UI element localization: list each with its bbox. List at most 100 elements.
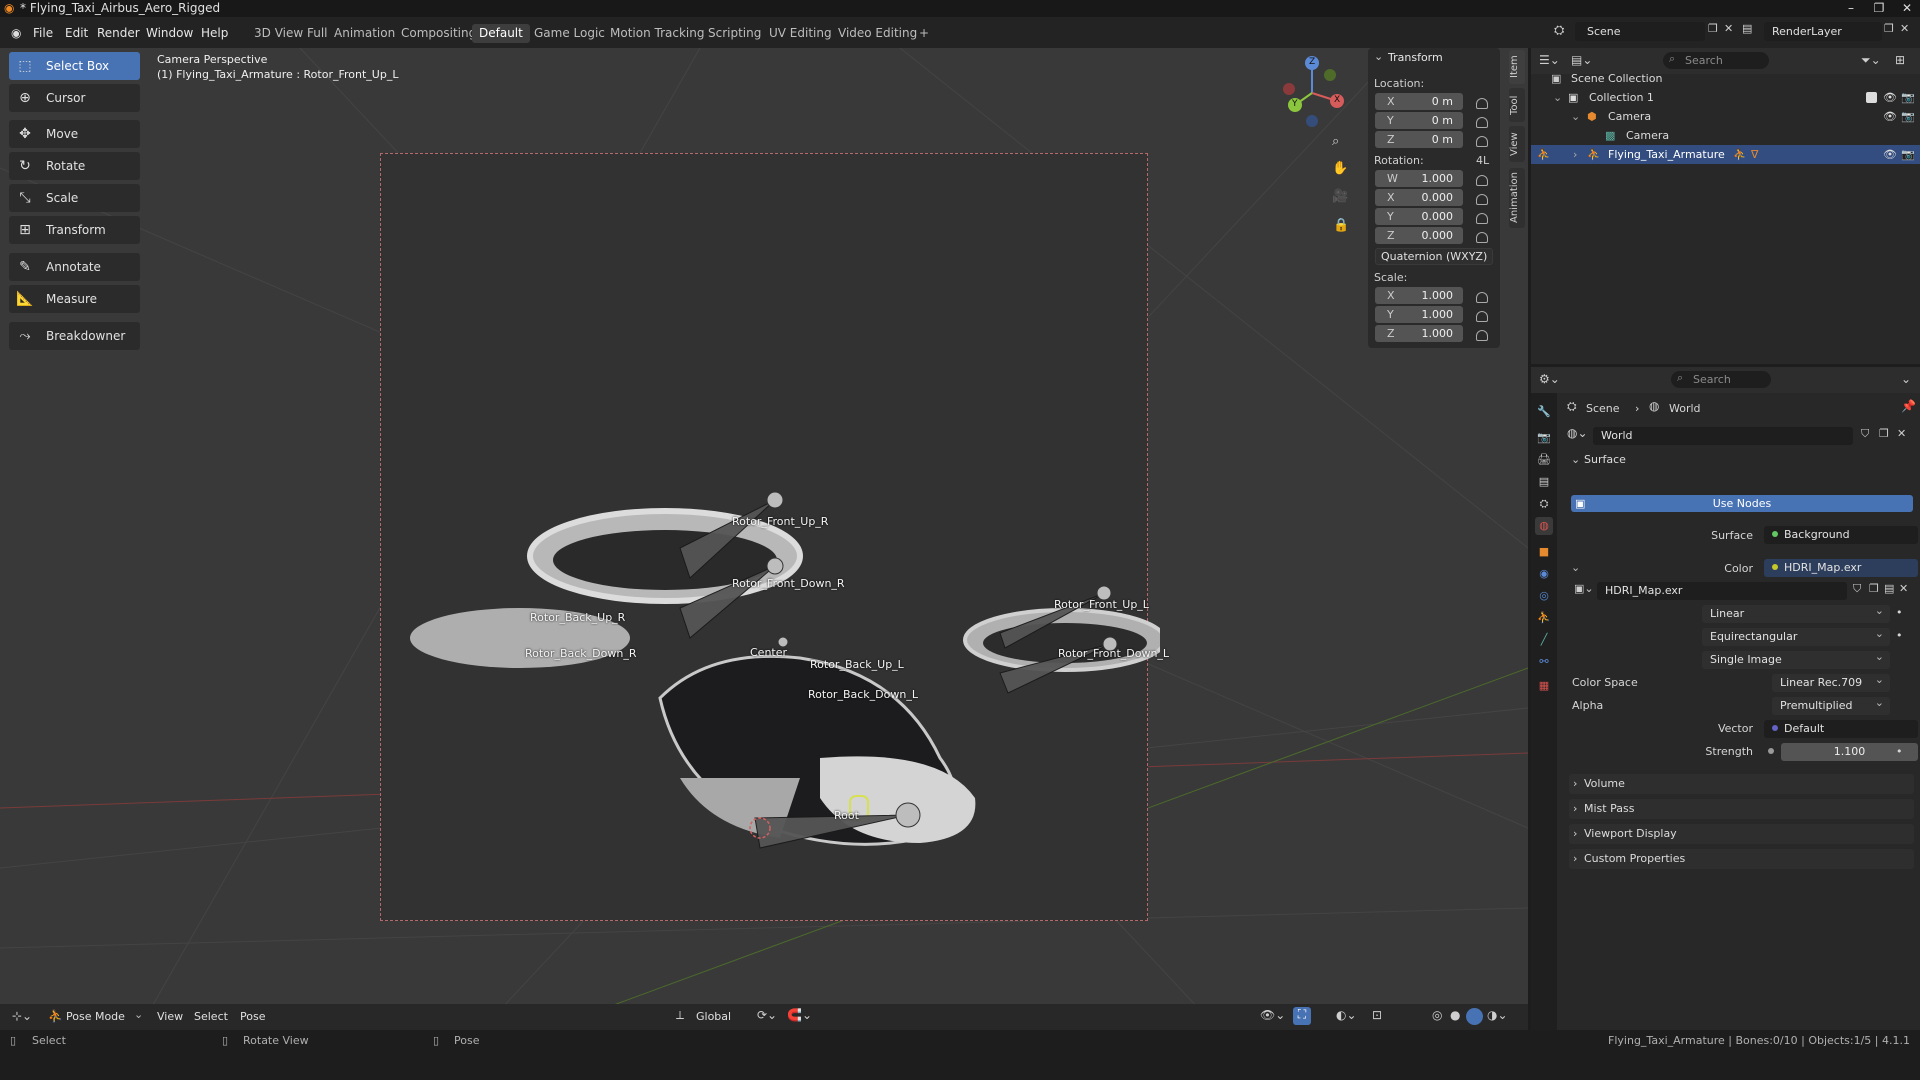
texture-tab-icon[interactable]: ▦ — [1535, 677, 1553, 695]
world-name-field[interactable]: World — [1593, 427, 1853, 445]
editor-type-icon[interactable]: ⊹⌄ — [12, 1009, 32, 1023]
bone-constraint-tab-icon[interactable]: ⚯ — [1535, 653, 1553, 671]
orientation-dropdown[interactable]: Global — [696, 1010, 731, 1023]
new-scene-icon[interactable]: ❐ — [1708, 22, 1718, 35]
tool-transform[interactable]: ⊞ Transform — [9, 216, 140, 244]
tool-breakdowner[interactable]: ⤳ Breakdowner — [9, 322, 140, 350]
source-dropdown[interactable]: Single Image — [1702, 648, 1890, 669]
keyframe-dot-icon[interactable]: • — [1896, 629, 1903, 642]
bone-label[interactable]: Rotor_Front_Up_L — [1054, 598, 1149, 611]
object-tab-icon[interactable]: ■ — [1535, 543, 1553, 561]
chevron-right-icon[interactable]: › — [1573, 145, 1577, 164]
lock-icon[interactable] — [1476, 98, 1488, 109]
bone-label[interactable]: Rotor_Front_Down_R — [732, 577, 845, 590]
workspace-tab-active[interactable]: Default — [472, 24, 530, 43]
rotation-4l-toggle[interactable]: 4L — [1476, 154, 1489, 167]
outliner-row-selected[interactable]: ⛹ › ⛹ Flying_Taxi_Armature ⛹ ∇ 👁 📷 — [1531, 145, 1920, 164]
delete-scene-icon[interactable]: ✕ — [1724, 22, 1733, 35]
tool-annotate[interactable]: ✎ Annotate — [9, 253, 140, 281]
world-icon[interactable]: ◍⌄ — [1567, 426, 1588, 440]
xray-icon[interactable]: ⊡ — [1372, 1008, 1382, 1022]
tab-view[interactable]: View — [1509, 126, 1525, 162]
properties-editor-icon[interactable]: ⚙⌄ — [1539, 372, 1560, 386]
open-image-icon[interactable]: ▤ — [1884, 582, 1894, 595]
chevron-down-icon[interactable]: ⌄ — [1374, 50, 1383, 63]
pin-icon[interactable]: 📌 — [1901, 399, 1916, 413]
render-tab-icon[interactable]: 📷 — [1535, 429, 1553, 447]
chevron-down-icon[interactable]: ⌄ — [1571, 561, 1580, 574]
bone-label[interactable]: Rotor_Back_Up_R — [530, 611, 625, 624]
rotation-x-field[interactable]: X 0.000 — [1375, 189, 1463, 206]
wireframe-shading-icon[interactable]: ◎ — [1432, 1008, 1442, 1022]
bone-label[interactable]: Root — [834, 809, 859, 822]
lock-icon[interactable] — [1476, 292, 1488, 303]
tab-tool[interactable]: Tool — [1509, 88, 1525, 122]
outliner-editor-icon[interactable]: ☰⌄ — [1539, 53, 1560, 67]
mist-pass-section-header[interactable]: › Mist Pass — [1569, 799, 1914, 819]
custom-properties-section-header[interactable]: › Custom Properties — [1569, 849, 1914, 869]
workspace-tab[interactable]: 3D View Full — [247, 24, 335, 43]
rotation-mode-dropdown[interactable]: Quaternion (WXYZ) — [1375, 248, 1493, 265]
location-z-field[interactable]: Z0 m — [1375, 131, 1463, 148]
eye-icon[interactable]: 👁 — [1883, 107, 1897, 126]
bone-label[interactable]: Rotor_Back_Down_R — [525, 647, 636, 660]
new-collection-icon[interactable]: ⊞ — [1895, 53, 1905, 67]
scale-x-field[interactable]: X 1.000 — [1375, 287, 1463, 304]
new-renderlayer-icon[interactable]: ❐ — [1884, 22, 1894, 35]
overlays-icon[interactable]: ◐⌄ — [1336, 1008, 1357, 1022]
camera-render-icon[interactable]: 📷 — [1901, 145, 1915, 164]
solid-shading-icon[interactable]: ● — [1450, 1008, 1460, 1022]
bone-label[interactable]: Center — [750, 646, 787, 659]
world-tab-icon[interactable]: ◍ — [1535, 517, 1553, 535]
blender-menu-icon[interactable]: ◉ — [6, 24, 26, 42]
tool-tab-icon[interactable]: 🔧 — [1535, 403, 1553, 421]
tool-scale[interactable]: ⤡ Scale — [9, 184, 140, 212]
zoom-icon[interactable]: ⌕ — [1332, 134, 1339, 149]
location-y-field[interactable]: Y0 m — [1375, 112, 1463, 129]
workspace-tab[interactable]: Video Editing — [831, 24, 924, 43]
tool-select-box[interactable]: ⬚ Select Box — [9, 52, 140, 80]
rotation-y-field[interactable]: Y 0.000 — [1375, 208, 1463, 225]
viewport-display-section-header[interactable]: › Viewport Display — [1569, 824, 1914, 844]
lock-icon[interactable] — [1476, 311, 1488, 322]
menu-select[interactable]: Select — [194, 1010, 228, 1023]
visibility-icon[interactable]: 👁⌄ — [1260, 1008, 1285, 1022]
snap-icon[interactable]: 🧲⌄ — [787, 1008, 812, 1022]
close-button[interactable]: ✕ — [1894, 0, 1920, 17]
properties-search[interactable]: Search — [1671, 371, 1771, 388]
workspace-tab[interactable]: Motion Tracking — [603, 24, 711, 43]
scale-y-field[interactable]: Y 1.000 — [1375, 306, 1463, 323]
chevron-down-icon[interactable]: ⌄ — [1901, 372, 1911, 386]
menu-view[interactable]: View — [157, 1010, 183, 1023]
camera-view-icon[interactable]: 🎥 — [1332, 189, 1348, 204]
delete-renderlayer-icon[interactable]: ✕ — [1900, 22, 1909, 35]
image-name-field[interactable]: HDRI_Map.exr — [1597, 582, 1847, 600]
workspace-tab[interactable]: Scripting — [701, 24, 768, 43]
lock-camera-icon[interactable]: 🔒 — [1333, 218, 1349, 233]
physics-tab-icon[interactable]: ◎ — [1535, 587, 1553, 605]
vector-input-field[interactable]: Default — [1764, 720, 1918, 738]
gizmo-toggle-icon[interactable]: ⛶ — [1293, 1007, 1311, 1025]
location-x-field[interactable]: X0 m — [1375, 93, 1463, 110]
outliner-search[interactable]: Search — [1663, 52, 1769, 69]
unlink-icon[interactable]: ✕ — [1899, 582, 1908, 595]
workspace-tab[interactable]: UV Editing — [762, 24, 839, 43]
outliner-row[interactable]: ⌄ ▣ Collection 1 👁 📷 — [1531, 88, 1920, 107]
filter-icon[interactable]: ⏷⌄ — [1861, 53, 1881, 68]
projection-dropdown[interactable]: Equirectangular — [1702, 625, 1890, 646]
menu-render[interactable]: Render — [92, 24, 145, 42]
eye-icon[interactable]: 👁 — [1883, 145, 1897, 164]
new-world-icon[interactable]: ❐ — [1879, 427, 1889, 440]
camera-render-icon[interactable]: 📷 — [1901, 107, 1915, 126]
menu-file[interactable]: File — [28, 24, 58, 42]
image-icon[interactable]: ▣⌄ — [1574, 582, 1594, 595]
minimize-button[interactable]: – — [1838, 0, 1864, 17]
lock-icon[interactable] — [1476, 117, 1488, 128]
tool-measure[interactable]: 📐 Measure — [9, 285, 140, 313]
color-space-dropdown[interactable]: Linear Rec.709 — [1772, 671, 1890, 692]
new-image-icon[interactable]: ❐ — [1869, 582, 1879, 595]
rotation-z-field[interactable]: Z 0.000 — [1375, 227, 1463, 244]
surface-section-header[interactable]: ⌄ Surface — [1569, 450, 1914, 470]
alpha-dropdown[interactable]: Premultiplied — [1772, 694, 1890, 715]
modifier-tab-icon[interactable]: ◉ — [1535, 565, 1553, 583]
